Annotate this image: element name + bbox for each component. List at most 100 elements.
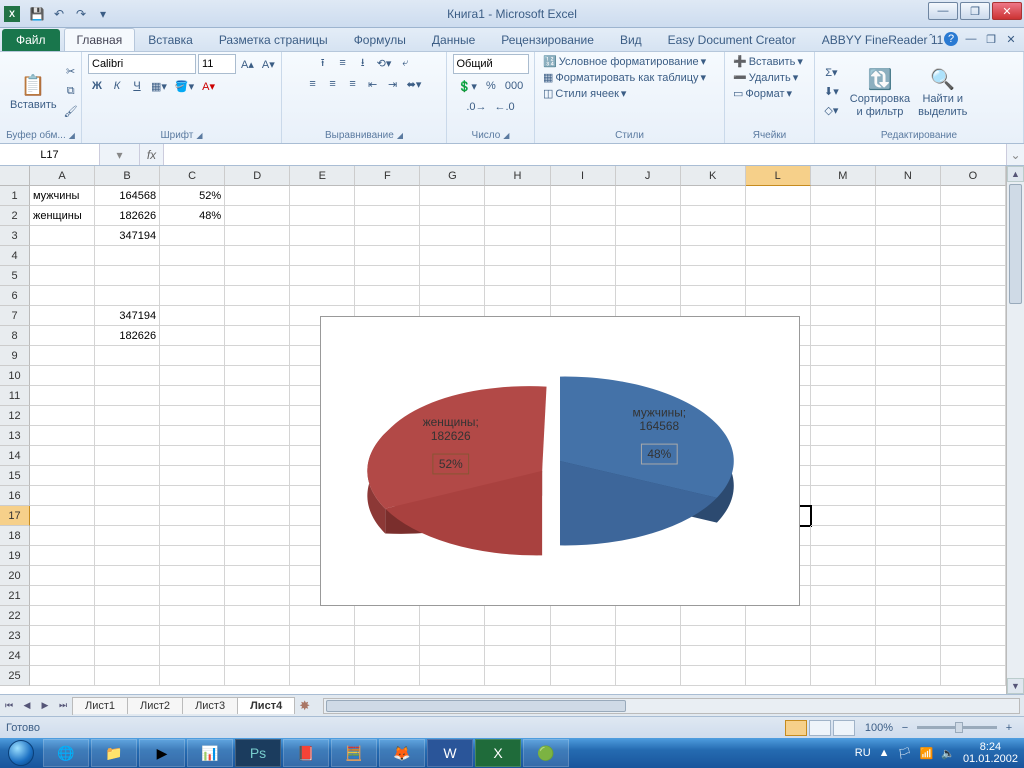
zoom-slider[interactable] [917,726,997,729]
cell-N7[interactable] [876,306,941,326]
cell-C23[interactable] [160,626,225,646]
cell-A17[interactable] [30,506,95,526]
cell-B19[interactable] [95,546,160,566]
cell-J4[interactable] [616,246,681,266]
cell-K2[interactable] [681,206,746,226]
font-launcher-icon[interactable]: ◢ [196,131,202,140]
cell-E3[interactable] [290,226,355,246]
cell-B9[interactable] [95,346,160,366]
taskbar-word-icon[interactable]: W [427,739,473,767]
formula-input[interactable] [164,144,1006,165]
cell-J3[interactable] [616,226,681,246]
cell-D18[interactable] [225,526,290,546]
row-header-19[interactable]: 19 [0,546,30,566]
cell-M12[interactable] [811,406,876,426]
cell-O11[interactable] [941,386,1006,406]
taskbar-calc-icon[interactable]: 🧮 [331,739,377,767]
align-top-icon[interactable]: ⭱ [314,54,332,72]
font-name-combo[interactable] [88,54,196,74]
cell-L5[interactable] [746,266,811,286]
cell-O10[interactable] [941,366,1006,386]
cell-K25[interactable] [681,666,746,686]
cell-M4[interactable] [811,246,876,266]
cell-H5[interactable] [485,266,550,286]
cell-D4[interactable] [225,246,290,266]
ribbon-tab-рецензирование[interactable]: Рецензирование [488,28,607,51]
cell-C11[interactable] [160,386,225,406]
cell-B16[interactable] [95,486,160,506]
cell-A5[interactable] [30,266,95,286]
cell-B23[interactable] [95,626,160,646]
cell-C24[interactable] [160,646,225,666]
cell-A9[interactable] [30,346,95,366]
cell-A20[interactable] [30,566,95,586]
cell-H3[interactable] [485,226,550,246]
cell-M19[interactable] [811,546,876,566]
cell-I6[interactable] [551,286,616,306]
row-header-25[interactable]: 25 [0,666,30,686]
cell-K23[interactable] [681,626,746,646]
cell-C21[interactable] [160,586,225,606]
decrease-indent-icon[interactable]: ⇤ [364,75,382,93]
cell-C9[interactable] [160,346,225,366]
cell-J1[interactable] [616,186,681,206]
cell-H22[interactable] [485,606,550,626]
cell-O24[interactable] [941,646,1006,666]
cell-A1[interactable]: мужчины [30,186,95,206]
cell-B8[interactable]: 182626 [95,326,160,346]
cell-B3[interactable]: 347194 [95,226,160,246]
cell-B6[interactable] [95,286,160,306]
cell-G22[interactable] [420,606,485,626]
cell-A12[interactable] [30,406,95,426]
cell-N23[interactable] [876,626,941,646]
cell-O3[interactable] [941,226,1006,246]
cell-N4[interactable] [876,246,941,266]
cell-M1[interactable] [811,186,876,206]
cell-O18[interactable] [941,526,1006,546]
accounting-icon[interactable]: 💲▾ [455,77,480,95]
view-normal-icon[interactable] [785,720,807,736]
cell-D13[interactable] [225,426,290,446]
cell-G23[interactable] [420,626,485,646]
cell-G3[interactable] [420,226,485,246]
cell-G25[interactable] [420,666,485,686]
cell-K1[interactable] [681,186,746,206]
cell-D19[interactable] [225,546,290,566]
align-center-icon[interactable]: ≡ [324,75,342,93]
taskbar-other-icon[interactable]: 🟢 [523,739,569,767]
column-header-D[interactable]: D [225,166,290,186]
zoom-thumb[interactable] [955,722,963,733]
cell-F22[interactable] [355,606,420,626]
cell-B2[interactable]: 182626 [95,206,160,226]
cell-K6[interactable] [681,286,746,306]
cell-N3[interactable] [876,226,941,246]
row-header-16[interactable]: 16 [0,486,30,506]
row-header-12[interactable]: 12 [0,406,30,426]
cell-C14[interactable] [160,446,225,466]
cell-B14[interactable] [95,446,160,466]
cell-B10[interactable] [95,366,160,386]
column-header-E[interactable]: E [290,166,355,186]
cell-C13[interactable] [160,426,225,446]
cell-M3[interactable] [811,226,876,246]
cell-L3[interactable] [746,226,811,246]
comma-icon[interactable]: 000 [502,77,526,95]
font-color-icon[interactable]: A▾ [199,77,218,95]
cell-O25[interactable] [941,666,1006,686]
cell-M10[interactable] [811,366,876,386]
font-size-combo[interactable] [198,54,236,74]
cell-M23[interactable] [811,626,876,646]
cell-H1[interactable] [485,186,550,206]
cell-B1[interactable]: 164568 [95,186,160,206]
cell-O2[interactable] [941,206,1006,226]
cell-N10[interactable] [876,366,941,386]
cell-D7[interactable] [225,306,290,326]
cell-O16[interactable] [941,486,1006,506]
cell-C1[interactable]: 52% [160,186,225,206]
format-painter-icon[interactable]: 🖌 [61,103,81,121]
row-header-15[interactable]: 15 [0,466,30,486]
cell-J5[interactable] [616,266,681,286]
cell-I22[interactable] [551,606,616,626]
row-header-20[interactable]: 20 [0,566,30,586]
cell-D16[interactable] [225,486,290,506]
